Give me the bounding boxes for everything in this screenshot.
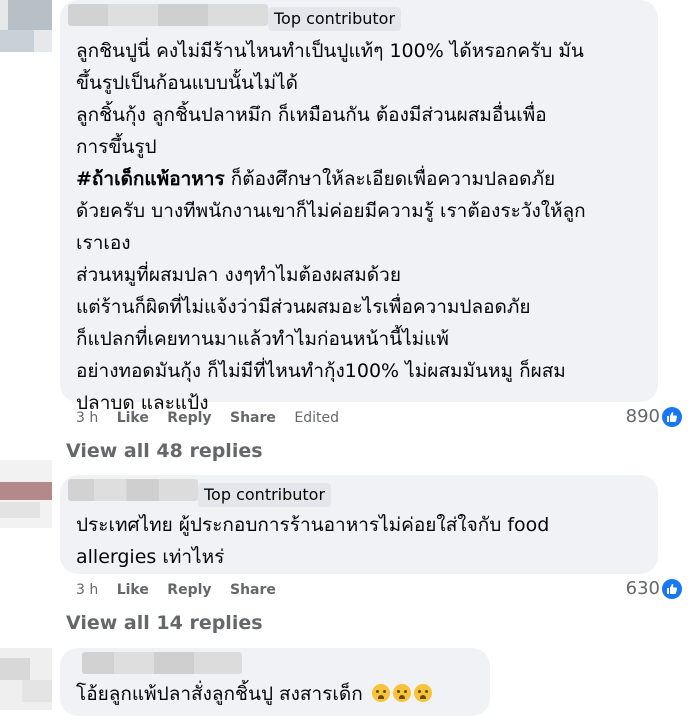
hashtag-link[interactable]: #ถ้าเด็กแพ้อาหาร <box>76 168 225 190</box>
edited-label: Edited <box>294 410 339 426</box>
crying-face-icon <box>413 684 432 702</box>
comment-text: โอ้ยลูกแพ้ปลาสั่งลูกชิ้นปู สงสารเด็ก <box>76 678 478 710</box>
comment-actions: 3 h Like Reply Share <box>76 580 290 600</box>
share-button[interactable]: Share <box>230 410 276 426</box>
crying-face-icon <box>371 684 390 702</box>
comment-line: โอ้ยลูกแพ้ปลาสั่งลูกชิ้นปู สงสารเด็ก <box>76 678 478 710</box>
reply-button[interactable]: Reply <box>167 410 211 426</box>
like-button[interactable]: Like <box>117 410 149 426</box>
comment-line: ก็แปลกที่เคยทานมาแล้วทำไมก่อนหน้านี้ไม่แ… <box>76 328 449 350</box>
comment-line: ประเทศไทย ผู้ประกอบการร้านอาหารไม่ค่อยใส… <box>76 514 550 536</box>
share-button[interactable]: Share <box>230 582 276 598</box>
view-replies-link[interactable]: View all 48 replies <box>66 440 263 462</box>
author-name[interactable] <box>68 4 268 26</box>
comment-line-rest: ก็ต้องศึกษาให้ละเอียดเพื่อความปลอดภัย <box>224 168 556 190</box>
comment-line: การขึ้นรูป <box>76 136 157 158</box>
comment-line: allergies เท่าไหร่ <box>76 546 225 568</box>
comment-line: ขึ้นรูปเป็นก้อนแบบนั้นไม่ได้ <box>76 72 299 94</box>
author-name[interactable] <box>82 652 242 674</box>
comment-line: ส่วนหมูที่ผสมปลา งงๆทำไมต้องผสมด้วย <box>76 264 401 286</box>
comment-text: ลูกชินปูนี่ คงไม่มีร้านไหนทำเป็นปูแท้ๆ 1… <box>76 35 646 419</box>
author-name[interactable] <box>68 479 198 501</box>
comment-line: #ถ้าเด็กแพ้อาหาร ก็ต้องศึกษาให้ละเอียดเพ… <box>76 163 646 195</box>
view-replies-link[interactable]: View all 14 replies <box>66 612 263 634</box>
reaction-number: 630 <box>625 578 660 599</box>
like-reaction-icon <box>662 579 682 599</box>
comment-bubble: Top contributor ประเทศไทย ผู้ประกอบการร้… <box>60 475 658 574</box>
like-button[interactable]: Like <box>117 582 149 598</box>
comment-bubble: Top contributor ลูกชินปูนี่ คงไม่มีร้านไ… <box>60 0 658 414</box>
timestamp[interactable]: 3 h <box>76 410 98 426</box>
avatar[interactable] <box>0 460 52 528</box>
comment-line: เราเอง <box>76 232 131 254</box>
reaction-number: 890 <box>625 406 660 427</box>
comment-line: ลูกชินปูนี่ คงไม่มีร้านไหนทำเป็นปูแท้ๆ 1… <box>76 40 584 62</box>
top-contributor-badge: Top contributor <box>198 483 332 507</box>
like-reaction-icon <box>662 407 682 427</box>
reaction-count[interactable]: 630 <box>626 578 682 600</box>
top-contributor-badge: Top contributor <box>268 7 402 31</box>
avatar[interactable] <box>0 648 52 710</box>
timestamp[interactable]: 3 h <box>76 582 98 598</box>
comment-line: ลูกชิ้นกุ้ง ลูกชิ้นปลาหมึก ก็เหมือนกัน ต… <box>76 104 547 126</box>
comment-text: ประเทศไทย ผู้ประกอบการร้านอาหารไม่ค่อยใส… <box>76 509 646 573</box>
comment-actions: 3 h Like Reply Share Edited <box>76 408 353 428</box>
comment-line: แต่ร้านก็ผิดที่ไม่แจ้งว่ามีส่วนผสมอะไรเพ… <box>76 296 531 318</box>
comment-line: ด้วยครับ บางทีพนักงานเขาก็ไม่ค่อยมีความร… <box>76 200 586 222</box>
reaction-count[interactable]: 890 <box>626 406 682 428</box>
comment-bubble: โอ้ยลูกแพ้ปลาสั่งลูกชิ้นปู สงสารเด็ก <box>60 648 490 716</box>
crying-face-icon <box>392 684 411 702</box>
comment-line-text: โอ้ยลูกแพ้ปลาสั่งลูกชิ้นปู สงสารเด็ก <box>76 683 363 705</box>
comment-line: อย่างทอดมันกุ้ง ก็ไม่มีที่ไหนทำกุ้ง100% … <box>76 360 566 382</box>
avatar[interactable] <box>0 0 52 52</box>
reply-button[interactable]: Reply <box>167 582 211 598</box>
